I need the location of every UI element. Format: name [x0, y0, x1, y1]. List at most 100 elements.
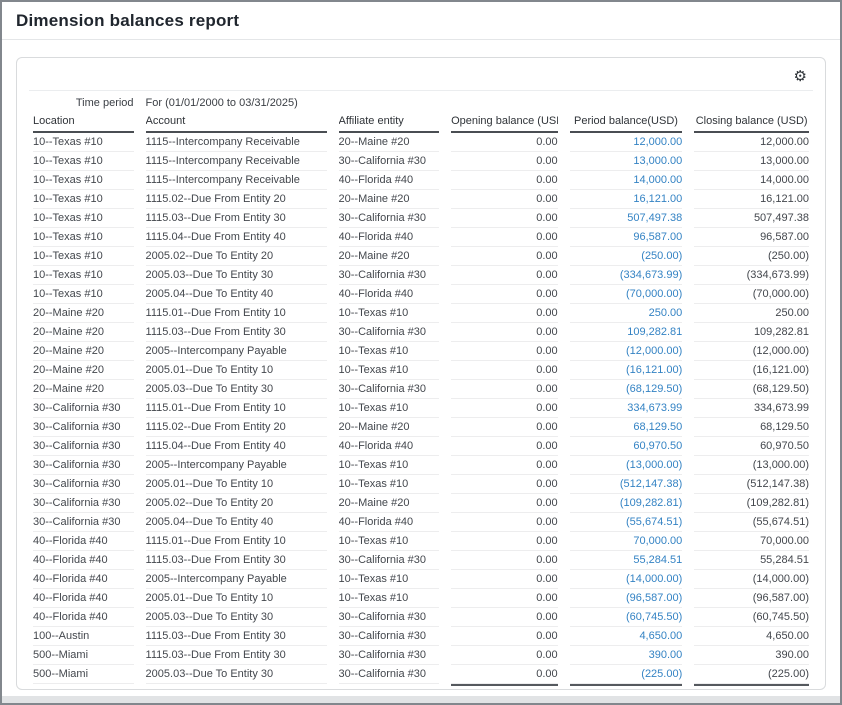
period-balance-link[interactable]: 70,000.00	[570, 532, 683, 551]
closing-balance-cell: 70,000.00	[694, 532, 809, 551]
table-row: 10--Texas #101115.03--Due From Entity 30…	[33, 209, 809, 228]
table-row: 40--Florida #401115.01--Due From Entity …	[33, 532, 809, 551]
opening-balance-cell: 0.00	[451, 133, 558, 152]
account-cell: 2005--Intercompany Payable	[146, 456, 327, 475]
affiliate-entity-cell: 30--California #30	[339, 209, 440, 228]
opening-balance-cell: 0.00	[451, 437, 558, 456]
opening-balance-cell: 0.00	[451, 456, 558, 475]
period-balance-link[interactable]: 390.00	[570, 646, 683, 665]
table-row: 20--Maine #202005.03--Due To Entity 3030…	[33, 380, 809, 399]
settings-gear-icon[interactable]: ⚙	[794, 69, 807, 84]
period-balance-link[interactable]: 55,284.51	[570, 551, 683, 570]
affiliate-entity-cell: 40--Florida #40	[339, 171, 440, 190]
period-balance-link[interactable]: 12,000.00	[570, 133, 683, 152]
location-cell: 40--Florida #40	[33, 532, 134, 551]
account-cell: 1115.01--Due From Entity 10	[146, 304, 327, 323]
period-balance-link[interactable]: (12,000.00)	[570, 342, 683, 361]
period-balance-link[interactable]: 14,000.00	[570, 171, 683, 190]
affiliate-entity-cell: 10--Texas #10	[339, 475, 440, 494]
period-balance-link[interactable]: 109,282.81	[570, 323, 683, 342]
account-cell: 2005.02--Due To Entity 20	[146, 247, 327, 266]
period-balance-link[interactable]: (512,147.38)	[570, 475, 683, 494]
location-cell: 30--California #30	[33, 475, 134, 494]
time-period-label: Time period	[33, 95, 134, 113]
closing-balance-cell: 68,129.50	[694, 418, 809, 437]
period-balance-link[interactable]: 96,587.00	[570, 228, 683, 247]
location-cell: 30--California #30	[33, 513, 134, 532]
account-cell: 1115.03--Due From Entity 30	[146, 323, 327, 342]
location-cell: 30--California #30	[33, 494, 134, 513]
period-balance-link[interactable]: (109,282.81)	[570, 494, 683, 513]
account-cell: 1115.03--Due From Entity 30	[146, 209, 327, 228]
table-row: 20--Maine #202005--Intercompany Payable1…	[33, 342, 809, 361]
period-balance-link[interactable]: (60,745.50)	[570, 608, 683, 627]
closing-balance-cell: 109,282.81	[694, 323, 809, 342]
account-cell: 2005.03--Due To Entity 30	[146, 266, 327, 285]
opening-balance-cell: 0.00	[451, 513, 558, 532]
period-balance-link[interactable]: (70,000.00)	[570, 285, 683, 304]
period-balance-link[interactable]: (55,674.51)	[570, 513, 683, 532]
closing-balance-cell: 4,650.00	[694, 627, 809, 646]
period-balance-link[interactable]: (14,000.00)	[570, 570, 683, 589]
period-balance-link[interactable]: (13,000.00)	[570, 456, 683, 475]
period-balance-link[interactable]: (334,673.99)	[570, 266, 683, 285]
period-balance-link[interactable]: (96,587.00)	[570, 589, 683, 608]
table-row: 30--California #30 2005.04--Due To Entity…	[33, 513, 809, 532]
grand-total-closing-balance: 0.00	[694, 684, 809, 690]
period-balance-link[interactable]: 16,121.00	[570, 190, 683, 209]
affiliate-entity-cell: 40--Florida #40	[339, 437, 440, 456]
opening-balance-cell: 0.00	[451, 551, 558, 570]
location-cell: 10--Texas #10	[33, 266, 134, 285]
affiliate-entity-cell: 20--Maine #20	[339, 247, 440, 266]
period-balance-link[interactable]: 68,129.50	[570, 418, 683, 437]
location-cell: 100--Austin	[33, 627, 134, 646]
table-row: 20--Maine #201115.01--Due From Entity 10…	[33, 304, 809, 323]
closing-balance-cell: (12,000.00)	[694, 342, 809, 361]
period-balance-link[interactable]: (250.00)	[570, 247, 683, 266]
period-balance-link[interactable]: (225.00)	[570, 665, 683, 684]
opening-balance-cell: 0.00	[451, 665, 558, 684]
location-cell: 20--Maine #20	[33, 380, 134, 399]
opening-balance-cell: 0.00	[451, 304, 558, 323]
closing-balance-cell: 250.00	[694, 304, 809, 323]
balances-table: Time period For (01/01/2000 to 03/31/202…	[21, 95, 821, 690]
location-cell: 20--Maine #20	[33, 361, 134, 380]
opening-balance-cell: 0.00	[451, 285, 558, 304]
report-card: ⚙ Time period For (01/01/2000 to 03/31/2…	[16, 57, 826, 690]
table-row: 10--Texas #101115--Intercompany Receivab…	[33, 171, 809, 190]
period-balance-link[interactable]: 334,673.99	[570, 399, 683, 418]
account-cell: 1115.03--Due From Entity 30	[146, 551, 327, 570]
account-cell: 2005.04--Due To Entity 40	[146, 285, 327, 304]
opening-balance-cell: 0.00	[451, 627, 558, 646]
period-balance-link[interactable]: 507,497.38	[570, 209, 683, 228]
table-row: 10--Texas #102005.02--Due To Entity 2020…	[33, 247, 809, 266]
location-cell: 10--Texas #10	[33, 171, 134, 190]
period-balance-link[interactable]: (16,121.00)	[570, 361, 683, 380]
opening-balance-cell: 0.00	[451, 380, 558, 399]
account-cell: 2005.04--Due To Entity 40	[146, 513, 327, 532]
closing-balance-cell: (14,000.00)	[694, 570, 809, 589]
closing-balance-cell: (16,121.00)	[694, 361, 809, 380]
table-row: 30--California #302005.02--Due To Entity…	[33, 494, 809, 513]
closing-balance-cell: (225.00)	[694, 665, 809, 684]
closing-balance-cell: (109,282.81)	[694, 494, 809, 513]
period-balance-link[interactable]: 4,650.00	[570, 627, 683, 646]
affiliate-entity-cell: 10--Texas #10	[339, 361, 440, 380]
table-row: 10--Texas #101115--Intercompany Receivab…	[33, 152, 809, 171]
table-row: 10--Texas #101115--Intercompany Receivab…	[33, 133, 809, 152]
period-balance-link[interactable]: (68,129.50)	[570, 380, 683, 399]
opening-balance-cell: 0.00	[451, 475, 558, 494]
location-cell: 10--Texas #10	[33, 133, 134, 152]
column-header-location: Location	[33, 113, 134, 133]
period-balance-link[interactable]: 13,000.00	[570, 152, 683, 171]
account-cell: 2005--Intercompany Payable	[146, 342, 327, 361]
closing-balance-cell: (334,673.99)	[694, 266, 809, 285]
period-balance-link[interactable]: 250.00	[570, 304, 683, 323]
affiliate-entity-cell: 20--Maine #20	[339, 133, 440, 152]
account-cell: 2005.03--Due To Entity 30	[146, 608, 327, 627]
opening-balance-cell: 0.00	[451, 152, 558, 171]
opening-balance-cell: 0.00	[451, 646, 558, 665]
table-row: 40--Florida #402005.03--Due To Entity 30…	[33, 608, 809, 627]
closing-balance-cell: (250.00)	[694, 247, 809, 266]
period-balance-link[interactable]: 60,970.50	[570, 437, 683, 456]
